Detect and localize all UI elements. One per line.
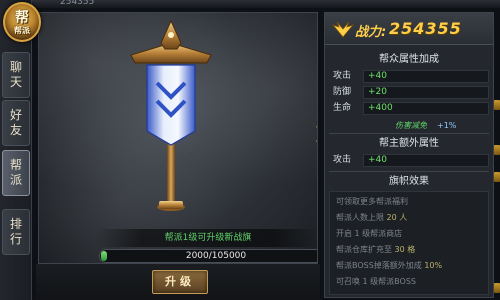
tab-friends[interactable]: 好 友 <box>2 100 30 146</box>
tab-friends-char-1: 好 <box>9 108 22 122</box>
upgrade-button[interactable]: 升级 <box>152 270 208 294</box>
tab-chat-char-2: 天 <box>9 75 22 89</box>
effect-line: 帮派仓库扩充至 30 格 <box>336 244 415 256</box>
effect-text: 帮派BOSS掉落额外加成 <box>336 261 425 270</box>
flag-effects-header: 旗帜效果 <box>389 176 429 187</box>
tab-chat-char-1: 聊 <box>9 60 22 74</box>
unlock-tip: 帮派1级可升级新战旗 <box>97 229 317 247</box>
effect-line: 可召唤 1 级帮派BOSS <box>336 276 416 288</box>
power-bar: 战力: 254355 <box>325 13 493 45</box>
edge-marker-icon[interactable] <box>494 283 500 293</box>
emblem-title: 帮 <box>15 9 29 26</box>
power-value: 254355 <box>389 19 462 38</box>
effect-line: 可领取更多帮派福利 <box>336 196 408 208</box>
edge-marker-icon[interactable] <box>494 100 500 110</box>
effect-text: 帮派仓库扩充至 <box>336 245 395 254</box>
stat-value: +20 <box>363 86 489 99</box>
damage-label: 伤害减免 <box>395 121 427 130</box>
damage-value: +1% <box>437 121 457 130</box>
emblem-subtitle: 帮派 <box>14 24 30 35</box>
edge-marker-icon[interactable] <box>494 145 500 155</box>
power-label: 战力: <box>355 25 387 40</box>
tab-rank-char-2: 行 <box>9 232 22 246</box>
flag-effects-list: 可领取更多帮派福利 帮派人数上限 20 人 开启 1 级帮派商店 帮派仓库扩充至… <box>329 191 489 295</box>
leader-stat-row: 攻击 +40 <box>329 154 489 167</box>
stat-name: 防御 <box>333 87 352 97</box>
effect-highlight: 30 格 <box>394 245 416 254</box>
tab-guild[interactable]: 帮 派 <box>2 150 30 196</box>
divider <box>329 171 489 172</box>
group-stat-row: 攻击 +40 <box>329 70 489 83</box>
edge-marker-icon[interactable] <box>494 172 500 182</box>
top-number: 254355 <box>60 0 95 7</box>
group-stat-row: 生命 +400 <box>329 102 489 115</box>
stat-value: +40 <box>363 70 489 83</box>
effect-highlight: 20 人 <box>386 213 408 222</box>
progress-bar: 2000/105000 <box>99 249 317 263</box>
effect-text: 开启 1 级帮派商店 <box>336 229 403 238</box>
leader-attr-header: 帮主额外属性 <box>379 138 439 149</box>
attribute-panel: 战力: 254355 帮众属性加成 攻击 +40 防御 +20 生命 +400 … <box>324 12 494 298</box>
stat-name: 攻击 <box>333 155 352 165</box>
effect-text: 帮派人数上限 <box>336 213 387 222</box>
progress-text: 2000/105000 <box>185 251 247 261</box>
top-strip: 254355 <box>0 0 500 8</box>
effect-line: 帮派BOSS掉落额外加成 10% <box>336 260 442 272</box>
effect-line: 帮派人数上限 20 人 <box>336 212 407 224</box>
effect-highlight: 10% <box>424 261 443 270</box>
effect-text: 可召唤 1 级帮派BOSS <box>336 277 416 286</box>
banner-display-panel: 帮派1级可升级新战旗 2000/105000 <box>38 12 318 264</box>
tab-guild-char-2: 派 <box>9 173 22 187</box>
stat-value: +40 <box>363 154 489 167</box>
tab-rank[interactable]: 排 行 <box>2 209 30 255</box>
group-attr-header: 帮众属性加成 <box>379 54 439 65</box>
effect-line: 开启 1 级帮派商店 <box>336 228 402 240</box>
damage-reduction: 伤害减免 +1% <box>395 120 485 132</box>
wings-icon <box>331 21 355 38</box>
tab-guild-char-1: 帮 <box>9 158 22 172</box>
tab-friends-char-2: 友 <box>9 123 22 137</box>
tab-rank-char-1: 排 <box>9 217 22 231</box>
next-arrow-icon[interactable] <box>315 124 318 144</box>
stat-name: 攻击 <box>333 71 352 81</box>
group-stat-row: 防御 +20 <box>329 86 489 99</box>
stat-value: +400 <box>363 102 489 115</box>
guild-banner-icon <box>130 19 212 211</box>
effect-text: 可领取更多帮派福利 <box>336 197 408 206</box>
stat-name: 生命 <box>333 103 352 113</box>
guild-emblem-icon[interactable]: 帮 帮派 <box>3 2 41 42</box>
divider <box>329 133 489 134</box>
tab-chat[interactable]: 聊 天 <box>2 52 30 98</box>
